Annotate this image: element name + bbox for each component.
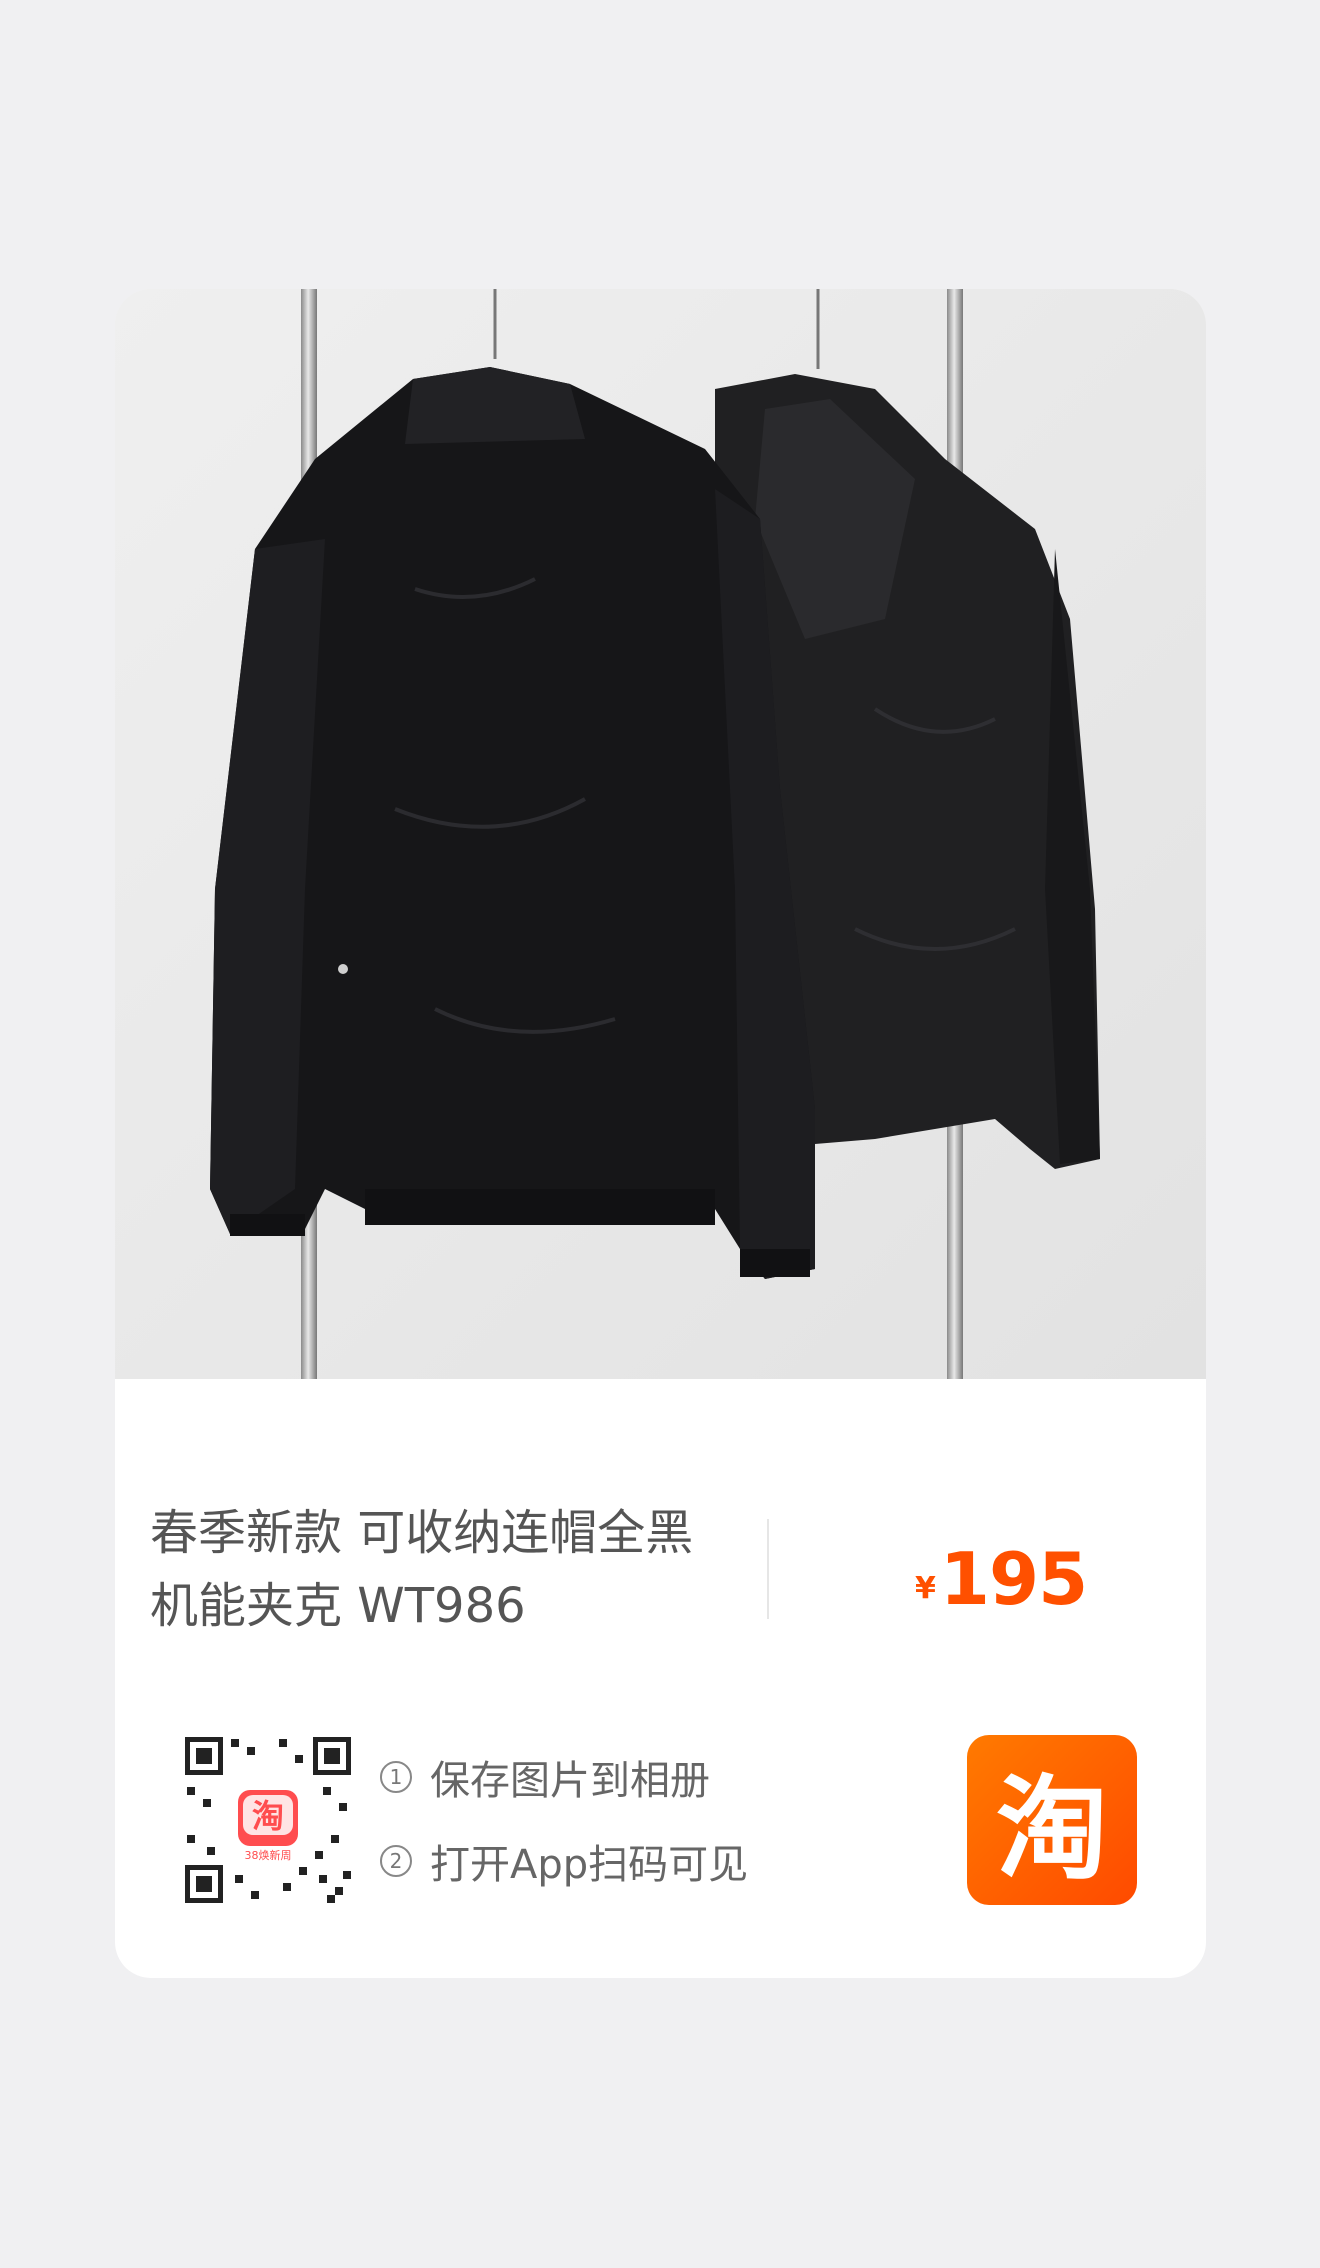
jacket-photo <box>115 289 1206 1379</box>
instruction-step-2: 2 打开App扫码可见 <box>380 1831 748 1891</box>
qr-code-icon: 淘 38焕新周 <box>183 1735 353 1905</box>
price-value: 195 <box>939 1537 1088 1621</box>
qr-code[interactable]: 淘 38焕新周 <box>183 1735 353 1905</box>
product-title-line2: 机能夹克 WT986 <box>150 1578 526 1634</box>
price: ¥195 <box>915 1537 1088 1621</box>
scan-instructions: 1 保存图片到相册 2 打开App扫码可见 <box>380 1747 748 1915</box>
share-card: 春季新款 可收纳连帽全黑 机能夹克 WT986 ¥195 淘 38焕新周 1 保… <box>115 289 1206 1978</box>
instruction-step-1: 1 保存图片到相册 <box>380 1747 748 1807</box>
product-title: 春季新款 可收纳连帽全黑 机能夹克 WT986 <box>150 1497 730 1643</box>
step-2-text: 打开App扫码可见 <box>430 1842 749 1888</box>
step-1-text: 保存图片到相册 <box>430 1758 710 1804</box>
taobao-logo-text: 淘 <box>996 1765 1108 1895</box>
currency-symbol: ¥ <box>915 1571 936 1606</box>
qr-badge-caption: 38焕新周 <box>245 1848 292 1862</box>
qr-badge-text: 淘 <box>252 1797 284 1835</box>
step-1-number-icon: 1 <box>380 1761 412 1793</box>
product-title-line1: 春季新款 可收纳连帽全黑 <box>150 1505 694 1561</box>
taobao-app-icon[interactable]: 淘 <box>967 1735 1137 1905</box>
divider <box>767 1519 769 1619</box>
product-image[interactable] <box>115 289 1206 1379</box>
step-2-number-icon: 2 <box>380 1845 412 1877</box>
